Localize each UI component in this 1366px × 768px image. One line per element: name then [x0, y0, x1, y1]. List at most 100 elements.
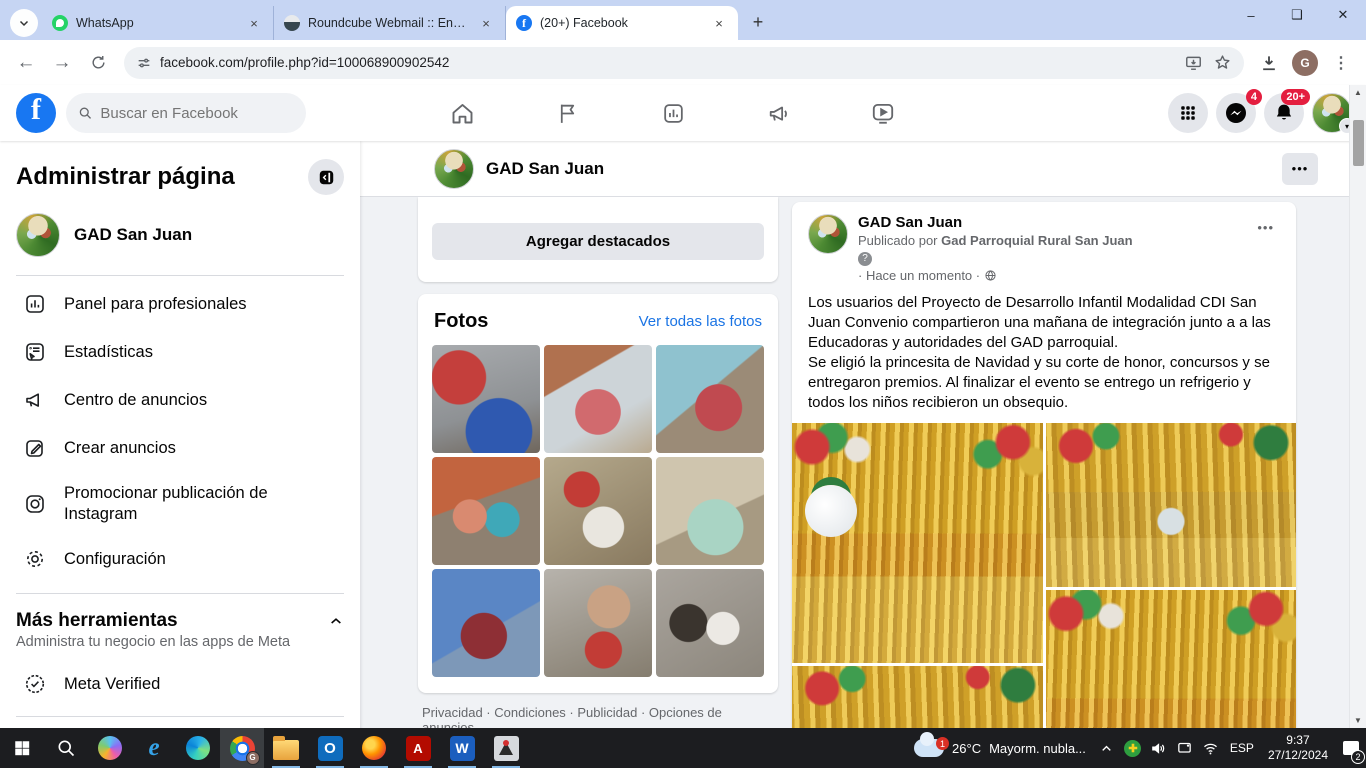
- page-avatar[interactable]: [434, 149, 474, 189]
- nav-ads-tab[interactable]: [726, 85, 831, 141]
- page-name: GAD San Juan: [74, 225, 192, 245]
- back-button[interactable]: ←: [10, 47, 42, 79]
- action-center-button[interactable]: 2: [1336, 728, 1366, 768]
- tray-display-button[interactable]: [1172, 732, 1198, 764]
- post-photo[interactable]: [792, 423, 1043, 663]
- internet-explorer-icon: e: [148, 734, 159, 762]
- publisher-name[interactable]: Gad Parroquial Rural San Juan: [941, 233, 1132, 248]
- antivirus-icon: ✚: [1124, 740, 1141, 757]
- downloads-button[interactable]: [1254, 48, 1284, 78]
- post-photo[interactable]: [1046, 423, 1297, 587]
- sidebar-item-ads-center[interactable]: Centro de anuncios: [16, 376, 344, 424]
- start-button[interactable]: [0, 728, 44, 768]
- weather-cloud-icon: 1: [914, 739, 944, 757]
- forward-button[interactable]: →: [46, 47, 78, 79]
- photo-thumbnail[interactable]: [544, 345, 652, 453]
- clock[interactable]: 9:37 27/12/2024: [1260, 733, 1336, 763]
- tray-expand-button[interactable]: [1094, 732, 1120, 764]
- post-author-name[interactable]: GAD San Juan: [858, 214, 1251, 231]
- address-bar[interactable]: facebook.com/profile.php?id=100068900902…: [124, 47, 1244, 79]
- taskbar-firefox-button[interactable]: [352, 728, 396, 768]
- divider: [16, 593, 344, 594]
- photo-thumbnail[interactable]: [656, 345, 764, 453]
- post-more-button[interactable]: •••: [1251, 214, 1280, 283]
- photo-thumbnail[interactable]: [432, 345, 540, 453]
- add-featured-button[interactable]: Agregar destacados: [432, 223, 764, 260]
- chrome-profile-badge: G: [246, 751, 260, 765]
- sidebar-item-meta-verified[interactable]: Meta Verified: [16, 660, 344, 708]
- temperature: 26°C: [952, 741, 981, 756]
- weather-widget[interactable]: 1 26°C Mayorm. nubla...: [906, 739, 1094, 757]
- minimize-button[interactable]: –: [1228, 0, 1274, 30]
- sidebar-item-create-ads[interactable]: Crear anuncios: [16, 424, 344, 472]
- nav-pages-tab[interactable]: [515, 85, 620, 141]
- taskbar-word-button[interactable]: W: [440, 728, 484, 768]
- taskbar-outlook-button[interactable]: O: [308, 728, 352, 768]
- help-badge-icon[interactable]: ?: [858, 252, 872, 266]
- post-timestamp[interactable]: · Hace un momento ·: [858, 268, 980, 283]
- messenger-button[interactable]: 4: [1216, 93, 1256, 133]
- new-tab-button[interactable]: +: [744, 8, 772, 36]
- page-more-button[interactable]: •••: [1282, 153, 1318, 185]
- close-tab-icon[interactable]: ×: [477, 14, 495, 32]
- tab-facebook[interactable]: f (20+) Facebook ×: [506, 6, 738, 40]
- tab-whatsapp[interactable]: WhatsApp ×: [42, 6, 274, 40]
- search-input[interactable]: [100, 105, 294, 122]
- close-tab-icon[interactable]: ×: [710, 14, 728, 32]
- post-author-avatar[interactable]: [808, 214, 848, 254]
- tab-search-caret[interactable]: [10, 9, 38, 37]
- sidebar-item-settings[interactable]: Configuración: [16, 535, 344, 583]
- video-icon: [870, 100, 896, 126]
- taskbar-search-button[interactable]: [44, 728, 88, 768]
- scroll-up-arrow[interactable]: ▲: [1354, 85, 1362, 100]
- browser-profile-avatar[interactable]: G: [1292, 50, 1318, 76]
- apps-menu-button[interactable]: [1168, 93, 1208, 133]
- tab-roundcube[interactable]: Roundcube Webmail :: Enviados ×: [274, 6, 506, 40]
- tray-antivirus-button[interactable]: ✚: [1120, 732, 1146, 764]
- close-tab-icon[interactable]: ×: [245, 14, 263, 32]
- sidebar-page-link[interactable]: GAD San Juan: [16, 205, 344, 271]
- collapse-sidebar-button[interactable]: [308, 159, 344, 195]
- sidebar-item-insights[interactable]: Estadísticas: [16, 328, 344, 376]
- taskbar-acrobat-button[interactable]: A: [396, 728, 440, 768]
- taskbar-copilot-button[interactable]: [88, 728, 132, 768]
- site-info-icon[interactable]: [136, 55, 152, 71]
- taskbar-internet-explorer-button[interactable]: e: [132, 728, 176, 768]
- taskbar-chrome-button[interactable]: G: [220, 728, 264, 768]
- account-menu-button[interactable]: ▾: [1312, 93, 1352, 133]
- browser-menu-button[interactable]: ⋮: [1326, 48, 1356, 78]
- facebook-search[interactable]: [66, 93, 306, 133]
- nav-video-tab[interactable]: [831, 85, 936, 141]
- nav-dashboard-tab[interactable]: [620, 85, 725, 141]
- tray-volume-button[interactable]: [1146, 732, 1172, 764]
- taskbar-edge-button[interactable]: [176, 728, 220, 768]
- facebook-header-actions: 4 20+ ▾: [1168, 93, 1352, 133]
- photo-thumbnail[interactable]: [656, 457, 764, 565]
- photo-thumbnail[interactable]: [432, 457, 540, 565]
- see-all-photos-link[interactable]: Ver todas las fotos: [639, 313, 762, 330]
- install-icon[interactable]: [1184, 53, 1203, 72]
- maximize-button[interactable]: ❑: [1274, 0, 1320, 30]
- notifications-button[interactable]: 20+: [1264, 93, 1304, 133]
- reload-button[interactable]: [82, 47, 114, 79]
- more-tools-subtitle: Administra tu negocio en las apps de Met…: [16, 632, 344, 660]
- nav-home-tab[interactable]: [410, 85, 515, 141]
- scroll-down-arrow[interactable]: ▼: [1354, 713, 1362, 728]
- chevron-up-icon[interactable]: [328, 613, 344, 629]
- bookmark-star-icon[interactable]: [1213, 53, 1232, 72]
- sidebar-item-boost-instagram[interactable]: Promocionar publicación de Instagram: [16, 472, 344, 535]
- tray-network-button[interactable]: [1198, 732, 1224, 764]
- photo-thumbnail[interactable]: [544, 457, 652, 565]
- language-indicator[interactable]: ESP: [1224, 741, 1260, 755]
- photo-thumbnail[interactable]: [544, 569, 652, 677]
- taskbar-java-button[interactable]: [484, 728, 528, 768]
- weather-alert-badge: 1: [936, 737, 949, 750]
- sidebar-item-professional-dashboard[interactable]: Panel para profesionales: [16, 280, 344, 328]
- photo-thumbnail[interactable]: [432, 569, 540, 677]
- scrollbar-thumb[interactable]: [1353, 120, 1364, 166]
- photo-thumbnail[interactable]: [656, 569, 764, 677]
- page-scrollbar[interactable]: ▲ ▼: [1349, 85, 1366, 728]
- facebook-logo[interactable]: f: [16, 93, 56, 133]
- close-window-button[interactable]: ✕: [1320, 0, 1366, 30]
- taskbar-file-explorer-button[interactable]: [264, 728, 308, 768]
